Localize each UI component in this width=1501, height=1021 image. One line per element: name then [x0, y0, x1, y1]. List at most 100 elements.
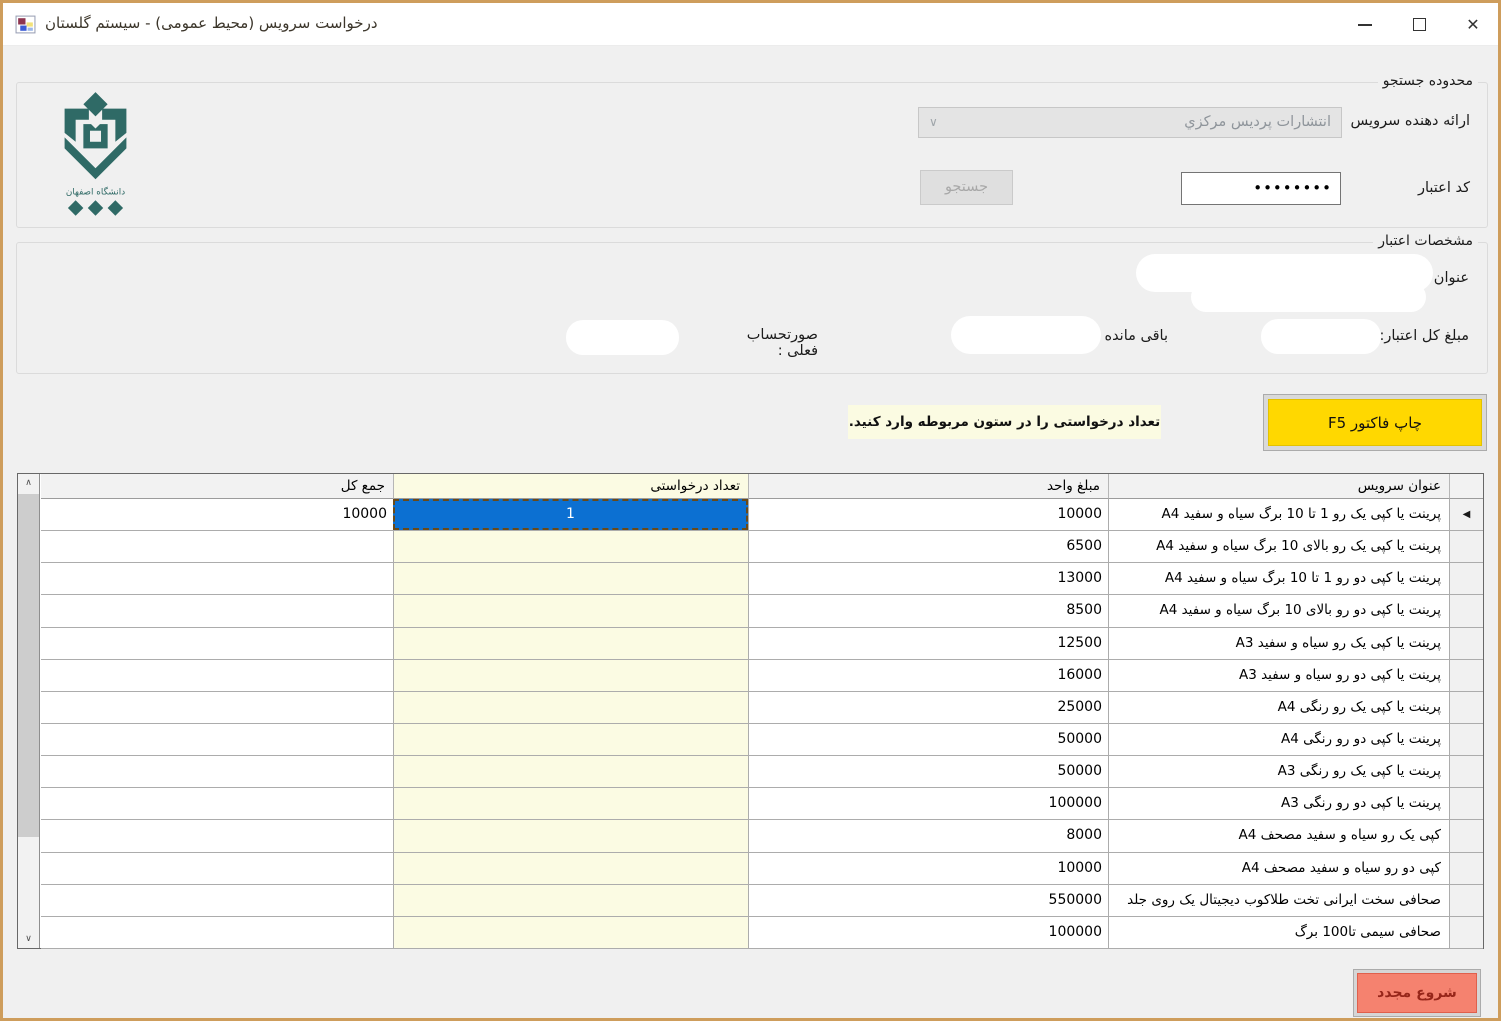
service-title-cell[interactable]: کپی دو رو سیاه و سفید مصحف A4	[1108, 853, 1449, 884]
vertical-scrollbar[interactable]: ∧ ∨	[18, 474, 40, 948]
row-header-cell[interactable]	[1449, 660, 1483, 691]
table-row: 550000صحافی سخت ایرانی تخت طلاکوب دیجیتا…	[41, 885, 1483, 917]
unit-price-cell[interactable]: 8000	[748, 820, 1108, 851]
row-header-cell[interactable]	[1449, 885, 1483, 916]
unit-price-cell[interactable]: 50000	[748, 756, 1108, 787]
row-header-cell[interactable]: ◀	[1449, 499, 1483, 530]
service-title-cell[interactable]: صحافی سخت ایرانی تخت طلاکوب دیجیتال یک ر…	[1108, 885, 1449, 916]
column-header-qty[interactable]: تعداد درخواستی	[393, 474, 748, 499]
table-row: 10000110000پرینت یا کپی یک رو 1 تا 10 بر…	[41, 499, 1483, 531]
qty-input-cell[interactable]	[393, 756, 748, 787]
qty-input-cell[interactable]: 1	[393, 499, 748, 530]
table-row: 13000پرینت یا کپی دو رو 1 تا 10 برگ سیاه…	[41, 563, 1483, 595]
total-cell[interactable]	[41, 628, 393, 659]
service-title-cell[interactable]: پرینت یا کپی یک رو سیاه و سفید A3	[1108, 628, 1449, 659]
scroll-down-icon[interactable]: ∨	[18, 930, 39, 948]
table-row: 10000کپی دو رو سیاه و سفید مصحف A4	[41, 853, 1483, 885]
total-cell[interactable]	[41, 788, 393, 819]
redacted-title-value	[1136, 250, 1433, 314]
row-header-cell[interactable]	[1449, 628, 1483, 659]
close-button[interactable]: ✕	[1449, 3, 1497, 46]
search-button[interactable]: جستجو	[920, 170, 1013, 205]
service-title-cell[interactable]: کپی یک رو سیاه و سفید مصحف A4	[1108, 820, 1449, 851]
column-header-rowselector[interactable]	[1449, 474, 1483, 499]
service-title-cell[interactable]: صحافی سیمی تا100 برگ	[1108, 917, 1449, 948]
row-header-cell[interactable]	[1449, 820, 1483, 851]
grid-header: جمع کل تعداد درخواستی مبلغ واحد عنوان سر…	[41, 474, 1483, 499]
row-header-cell[interactable]	[1449, 917, 1483, 948]
total-cell[interactable]	[41, 885, 393, 916]
unit-price-cell[interactable]: 100000	[748, 788, 1108, 819]
unit-price-cell[interactable]: 50000	[748, 724, 1108, 755]
unit-price-cell[interactable]: 12500	[748, 628, 1108, 659]
row-header-cell[interactable]	[1449, 724, 1483, 755]
row-header-cell[interactable]	[1449, 692, 1483, 723]
total-cell[interactable]	[41, 756, 393, 787]
print-invoice-button[interactable]: چاپ فاکتور F5	[1263, 394, 1487, 451]
unit-price-cell[interactable]: 6500	[748, 531, 1108, 562]
restart-button[interactable]: شروع مجدد	[1353, 969, 1481, 1017]
provider-combobox[interactable]: ∨ انتشارات پردیس مرکزي	[918, 107, 1342, 138]
service-title-cell[interactable]: پرینت یا کپی دو رو بالای 10 برگ سیاه و س…	[1108, 595, 1449, 626]
qty-input-cell[interactable]	[393, 531, 748, 562]
total-cell[interactable]	[41, 853, 393, 884]
service-title-cell[interactable]: پرینت یا کپی دو رو رنگی A4	[1108, 724, 1449, 755]
unit-price-cell[interactable]: 16000	[748, 660, 1108, 691]
service-title-cell[interactable]: پرینت یا کپی یک رو رنگی A4	[1108, 692, 1449, 723]
chevron-down-icon: ∨	[929, 108, 938, 137]
total-cell[interactable]	[41, 724, 393, 755]
redacted-total-value	[1261, 319, 1381, 354]
unit-price-cell[interactable]: 10000	[748, 499, 1108, 530]
unit-price-cell[interactable]: 8500	[748, 595, 1108, 626]
service-title-cell[interactable]: پرینت یا کپی یک رو رنگی A3	[1108, 756, 1449, 787]
total-cell[interactable]	[41, 531, 393, 562]
maximize-icon	[1413, 18, 1426, 31]
service-title-cell[interactable]: پرینت یا کپی دو رو سیاه و سفید A3	[1108, 660, 1449, 691]
minimize-button[interactable]	[1341, 3, 1389, 46]
qty-input-cell[interactable]	[393, 595, 748, 626]
credit-code-input[interactable]: ••••••••	[1181, 172, 1341, 205]
column-header-unit[interactable]: مبلغ واحد	[748, 474, 1108, 499]
qty-input-cell[interactable]	[393, 563, 748, 594]
unit-price-cell[interactable]: 550000	[748, 885, 1108, 916]
row-header-cell[interactable]	[1449, 563, 1483, 594]
total-cell[interactable]	[41, 563, 393, 594]
print-invoice-button-label: چاپ فاکتور F5	[1268, 399, 1482, 446]
total-cell[interactable]: 10000	[41, 499, 393, 530]
total-cell[interactable]	[41, 660, 393, 691]
maximize-button[interactable]	[1395, 3, 1443, 46]
unit-price-cell[interactable]: 100000	[748, 917, 1108, 948]
qty-input-cell[interactable]	[393, 917, 748, 948]
qty-input-cell[interactable]	[393, 660, 748, 691]
qty-input-cell[interactable]	[393, 628, 748, 659]
qty-input-cell[interactable]	[393, 692, 748, 723]
qty-input-cell[interactable]	[393, 820, 748, 851]
total-cell[interactable]	[41, 692, 393, 723]
service-title-cell[interactable]: پرینت یا کپی دو رو رنگی A3	[1108, 788, 1449, 819]
search-scope-group-title: محدوده جستجو	[1378, 73, 1478, 89]
qty-input-cell[interactable]	[393, 724, 748, 755]
column-header-service[interactable]: عنوان سرویس	[1108, 474, 1449, 499]
scroll-up-icon[interactable]: ∧	[18, 474, 39, 492]
qty-input-cell[interactable]	[393, 788, 748, 819]
current-invoice-label: صورتحساب فعلی :	[713, 327, 818, 359]
unit-price-cell[interactable]: 25000	[748, 692, 1108, 723]
row-header-cell[interactable]	[1449, 756, 1483, 787]
service-title-cell[interactable]: پرینت یا کپی دو رو 1 تا 10 برگ سیاه و سف…	[1108, 563, 1449, 594]
table-row: 8500پرینت یا کپی دو رو بالای 10 برگ سیاه…	[41, 595, 1483, 627]
scrollbar-thumb[interactable]	[18, 494, 39, 837]
row-header-cell[interactable]	[1449, 595, 1483, 626]
unit-price-cell[interactable]: 13000	[748, 563, 1108, 594]
row-header-cell[interactable]	[1449, 788, 1483, 819]
row-header-cell[interactable]	[1449, 853, 1483, 884]
column-header-total[interactable]: جمع کل	[41, 474, 393, 499]
total-cell[interactable]	[41, 820, 393, 851]
service-title-cell[interactable]: پرینت یا کپی یک رو 1 تا 10 برگ سیاه و سف…	[1108, 499, 1449, 530]
total-cell[interactable]	[41, 595, 393, 626]
service-title-cell[interactable]: پرینت یا کپی یک رو بالای 10 برگ سیاه و س…	[1108, 531, 1449, 562]
row-header-cell[interactable]	[1449, 531, 1483, 562]
qty-input-cell[interactable]	[393, 853, 748, 884]
qty-input-cell[interactable]	[393, 885, 748, 916]
unit-price-cell[interactable]: 10000	[748, 853, 1108, 884]
total-cell[interactable]	[41, 917, 393, 948]
